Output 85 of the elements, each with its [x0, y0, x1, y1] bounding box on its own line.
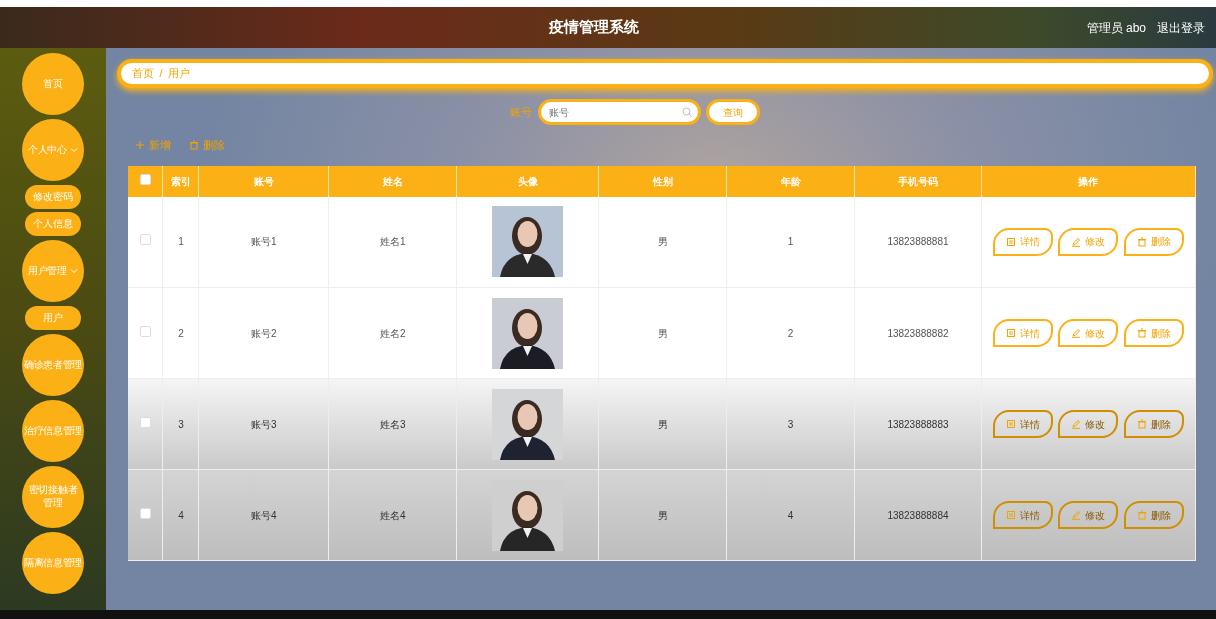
- table-cell: 13823888884: [887, 509, 949, 521]
- delete-button[interactable]: 删除: [188, 136, 226, 155]
- breadcrumb-item[interactable]: 首页: [132, 65, 154, 82]
- table-cell: 账号2: [251, 327, 277, 339]
- row-checkbox[interactable]: [139, 325, 151, 337]
- detail-button[interactable]: 详情: [992, 410, 1053, 438]
- search-button[interactable]: 查询: [706, 99, 761, 125]
- submenu-item[interactable]: 个人信息: [25, 211, 81, 236]
- table-cell: 姓名2: [380, 327, 406, 339]
- edit-button[interactable]: 修改: [1058, 227, 1119, 256]
- row-checkbox[interactable]: [139, 507, 151, 519]
- breadcrumb-separator: /: [159, 66, 163, 82]
- sidebar-item[interactable]: 首页: [22, 52, 84, 115]
- column-header: 手机号码: [854, 165, 982, 197]
- detail-button[interactable]: 详情: [992, 501, 1053, 529]
- edit-button[interactable]: 修改: [1058, 410, 1119, 438]
- search-label: 账号: [510, 104, 533, 120]
- column-header: 年龄: [726, 165, 855, 197]
- sidebar-item[interactable]: 治疗信息管理: [22, 399, 84, 462]
- delete-button[interactable]: 删除: [1123, 501, 1184, 529]
- table-cell: 2: [787, 327, 794, 339]
- app-title: 疫情管理系统: [548, 18, 639, 36]
- table-cell: 13823888881: [887, 236, 949, 248]
- select-all-checkbox[interactable]: [139, 173, 151, 185]
- table-cell: 13823888883: [887, 418, 949, 430]
- edit-button[interactable]: 修改: [1058, 319, 1119, 347]
- pencil-icon: [1071, 236, 1082, 247]
- submenu-item[interactable]: 用户: [25, 305, 81, 330]
- delete-button[interactable]: 删除: [1123, 410, 1184, 438]
- table-cell: 账号1: [251, 236, 277, 248]
- delete-button[interactable]: 删除: [1123, 319, 1184, 347]
- sidebar-item[interactable]: 用户管理: [22, 239, 84, 302]
- add-button[interactable]: 新增: [133, 136, 172, 155]
- table-cell: 13823888882: [887, 327, 949, 339]
- sidebar-item[interactable]: 确诊患者管理: [22, 333, 84, 396]
- table-cell: 男: [657, 327, 668, 339]
- row-checkbox[interactable]: [139, 234, 151, 246]
- pencil-icon: [1071, 510, 1082, 520]
- detail-button[interactable]: 详情: [992, 227, 1053, 256]
- column-header: 索引: [162, 165, 199, 197]
- column-header: 头像: [456, 165, 599, 197]
- delete-button[interactable]: 删除: [1123, 227, 1184, 256]
- column-header: 姓名: [328, 165, 457, 197]
- sidebar-item[interactable]: 隔离信息管理: [22, 531, 84, 594]
- trash-icon: [1136, 236, 1147, 247]
- table-cell: 1: [787, 236, 794, 248]
- document-icon: [1005, 236, 1016, 247]
- row-checkbox[interactable]: [139, 416, 151, 428]
- table-cell: 账号3: [251, 418, 277, 430]
- table-cell: 2: [178, 327, 184, 339]
- sidebar-item[interactable]: 个人中心: [22, 118, 84, 181]
- trash-icon: [1136, 510, 1147, 520]
- table-cell: 账号4: [251, 509, 277, 521]
- table-cell: 男: [657, 509, 668, 521]
- document-icon: [1005, 328, 1016, 338]
- detail-button[interactable]: 详情: [992, 319, 1053, 347]
- pencil-icon: [1071, 328, 1082, 338]
- trash-icon: [1136, 419, 1147, 429]
- table-cell: 姓名4: [380, 509, 406, 521]
- breadcrumb-item: 用户: [168, 66, 191, 82]
- table-cell: 男: [657, 418, 668, 430]
- edit-button[interactable]: 修改: [1058, 501, 1119, 529]
- table-cell: 3: [787, 418, 794, 430]
- table-cell: 3: [178, 418, 184, 430]
- plus-icon: [134, 140, 145, 151]
- submenu-item[interactable]: 修改密码: [25, 184, 81, 209]
- column-header: 账号: [198, 165, 329, 197]
- search-icon: [681, 107, 692, 117]
- document-icon: [1005, 419, 1016, 429]
- table-cell: 姓名1: [380, 236, 406, 248]
- pencil-icon: [1071, 419, 1082, 429]
- trash-icon: [189, 140, 199, 151]
- trash-icon: [1136, 328, 1147, 338]
- table-cell: 姓名3: [380, 418, 406, 430]
- table-cell: 4: [178, 509, 184, 521]
- admin-label: 管理员 abo: [1086, 19, 1146, 37]
- document-icon: [1005, 510, 1016, 520]
- logout-link[interactable]: 退出登录: [1157, 18, 1205, 37]
- table-cell: 男: [657, 236, 668, 248]
- column-header: 性别: [598, 165, 727, 197]
- table-cell: 4: [787, 509, 794, 521]
- search-field[interactable]: 账号: [537, 99, 701, 125]
- column-header: 操作: [981, 165, 1196, 197]
- sidebar-item[interactable]: 密切接触者管理: [22, 465, 84, 528]
- table-cell: 1: [178, 236, 184, 248]
